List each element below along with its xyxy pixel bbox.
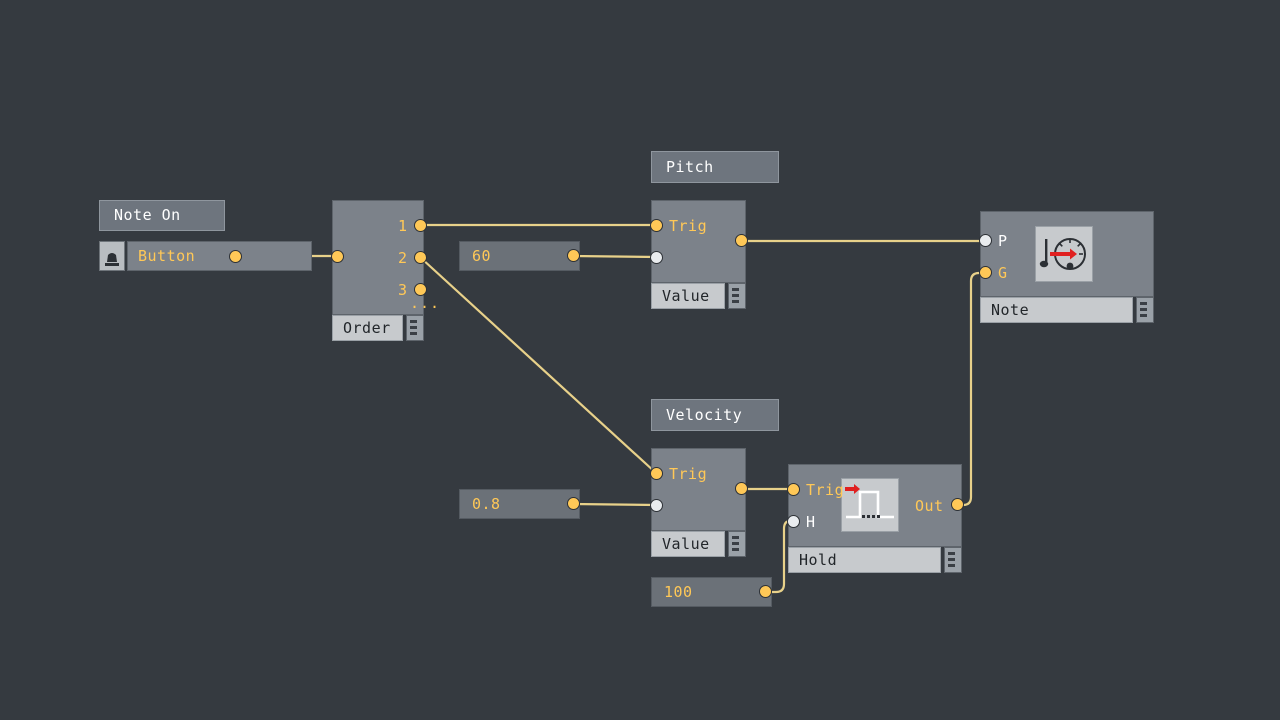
- hold-trig-input-label: Trig: [806, 481, 845, 499]
- push-button-icon: [99, 241, 125, 271]
- order-node-footer[interactable]: Order: [332, 315, 424, 341]
- order-output-3-label: 3: [398, 281, 408, 299]
- velocity-value-node-footer[interactable]: Value: [651, 531, 746, 557]
- order-more-outputs-label[interactable]: ...: [410, 296, 440, 311]
- velocity-number-value: 0.8: [472, 495, 501, 513]
- order-node[interactable]: 1 2 3 ... Order: [331, 200, 439, 341]
- velocity-value-resize-grip[interactable]: [728, 531, 746, 557]
- velocity-value-node[interactable]: Trig Value: [650, 448, 748, 558]
- note-node-name[interactable]: Note: [980, 297, 1133, 323]
- gate-pulse-icon: [841, 478, 899, 532]
- pitch-value-node[interactable]: Trig Value: [650, 200, 748, 310]
- pitch-number-output-port[interactable]: [567, 249, 580, 262]
- hold-node[interactable]: Trig H Out Hold: [787, 464, 964, 574]
- order-output-2-label: 2: [398, 249, 408, 267]
- hold-h-input-label: H: [806, 513, 816, 531]
- pitch-value-output-port[interactable]: [735, 234, 748, 247]
- hold-trig-input-port[interactable]: [787, 483, 800, 496]
- velocity-value-node-body[interactable]: [651, 448, 746, 531]
- comment-velocity-label: Velocity: [666, 405, 743, 424]
- comment-pitch-label: Pitch: [666, 157, 714, 176]
- pitch-value-node-body[interactable]: [651, 200, 746, 283]
- wire-60-to-pitch-value: [571, 254, 659, 259]
- hold-number-box[interactable]: 100: [651, 577, 772, 607]
- hold-out-output-label: Out: [915, 497, 944, 515]
- note-node-footer[interactable]: Note: [980, 297, 1154, 323]
- button-output-port[interactable]: [229, 250, 242, 263]
- comment-note-on[interactable]: Note On: [99, 200, 225, 231]
- velocity-number-output-port[interactable]: [567, 497, 580, 510]
- wire-08-to-velocity-value: [571, 502, 659, 507]
- order-output-1-port[interactable]: [414, 219, 427, 232]
- note-resize-grip[interactable]: [1136, 297, 1154, 323]
- note-p-input-label: P: [998, 232, 1008, 250]
- wire-layer: [234, 223, 987, 594]
- hold-number-output-port[interactable]: [759, 585, 772, 598]
- gate-pulse-glyph: [845, 484, 894, 519]
- wire-order2-to-velocity-trig: [419, 256, 658, 475]
- note-g-input-port[interactable]: [979, 266, 992, 279]
- order-output-1-label: 1: [398, 217, 408, 235]
- push-button-glyph: [105, 253, 119, 266]
- pitch-trig-input-label: Trig: [669, 217, 708, 235]
- button-node-label: Button: [138, 247, 196, 265]
- hold-node-name[interactable]: Hold: [788, 547, 941, 573]
- pitch-value-node-name[interactable]: Value: [651, 283, 725, 309]
- order-input-port[interactable]: [331, 250, 344, 263]
- velocity-value-output-port[interactable]: [735, 482, 748, 495]
- order-resize-grip[interactable]: [406, 315, 424, 341]
- pitch-trig-input-port[interactable]: [650, 219, 663, 232]
- hold-node-footer[interactable]: Hold: [788, 547, 962, 573]
- velocity-value-input-port[interactable]: [650, 499, 663, 512]
- button-node-plate[interactable]: Button: [127, 241, 312, 271]
- note-g-input-label: G: [998, 264, 1008, 282]
- midi-note-dial-icon: [1035, 226, 1093, 282]
- order-output-2-port[interactable]: [414, 251, 427, 264]
- pitch-value-resize-grip[interactable]: [728, 283, 746, 309]
- hold-resize-grip[interactable]: [944, 547, 962, 573]
- velocity-value-node-name[interactable]: Value: [651, 531, 725, 557]
- note-p-input-port[interactable]: [979, 234, 992, 247]
- hold-h-input-port[interactable]: [787, 515, 800, 528]
- velocity-trig-input-port[interactable]: [650, 467, 663, 480]
- note-node[interactable]: P G Note: [979, 211, 1154, 326]
- pitch-value-node-footer[interactable]: Value: [651, 283, 746, 309]
- pitch-number-value: 60: [472, 247, 492, 265]
- hold-number-value: 100: [664, 583, 693, 601]
- order-node-name[interactable]: Order: [332, 315, 403, 341]
- hold-out-output-port[interactable]: [951, 498, 964, 511]
- patch-canvas[interactable]: Note On Pitch Velocity Button 1 2 3 ...: [0, 0, 1280, 720]
- velocity-number-box[interactable]: 0.8: [459, 489, 580, 519]
- midi-note-dial-glyph: [1039, 238, 1086, 270]
- pitch-value-input-port[interactable]: [650, 251, 663, 264]
- comment-velocity[interactable]: Velocity: [651, 399, 779, 431]
- comment-pitch[interactable]: Pitch: [651, 151, 779, 183]
- pitch-number-box[interactable]: 60: [459, 241, 580, 271]
- velocity-trig-input-label: Trig: [669, 465, 708, 483]
- comment-note-on-label: Note On: [114, 206, 181, 224]
